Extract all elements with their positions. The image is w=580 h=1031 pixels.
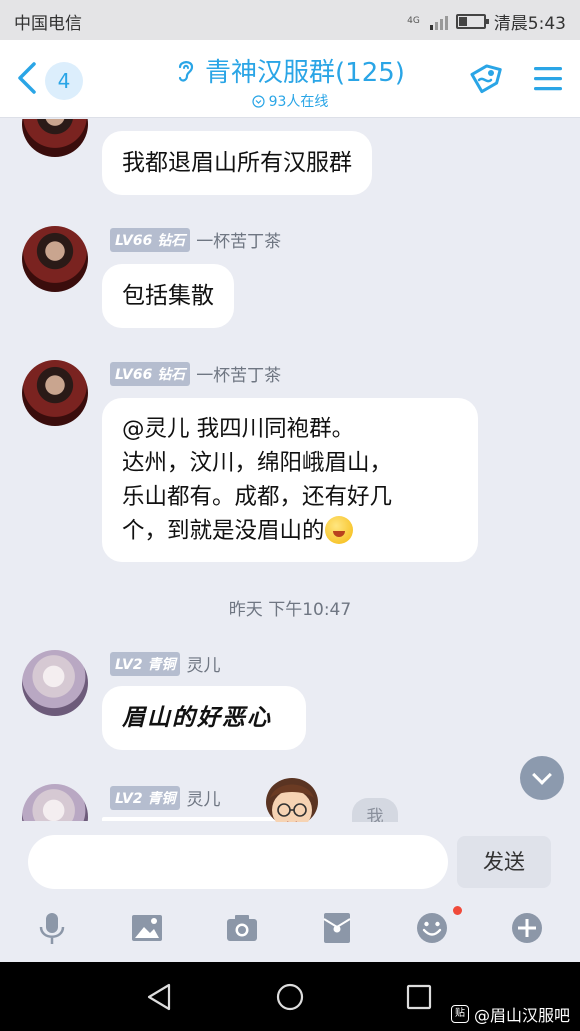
sender-name[interactable]: 灵儿 xyxy=(186,785,220,810)
sender-meta: LV66 钻石 一杯苦丁茶 xyxy=(110,227,281,252)
notification-dot xyxy=(453,906,462,915)
online-count: 93人在线 xyxy=(268,94,329,110)
sender-meta: LV2 青铜 灵儿 xyxy=(110,785,220,810)
message-bubble[interactable]: 眉山的好恶心 xyxy=(102,686,306,750)
message-input[interactable] xyxy=(28,835,448,889)
group-tag-icon[interactable] xyxy=(465,60,505,100)
avatar[interactable] xyxy=(22,650,88,716)
clock: 清晨5:43 xyxy=(493,14,566,34)
message-bubble[interactable]: @灵儿 我四川同袍群。 达州，汶川，绵阳峨眉山， 乐山都有。成都，还有好几 个，… xyxy=(102,398,478,562)
sender-meta: LV66 钻石 一杯苦丁茶 xyxy=(110,361,281,386)
grinning-emoji-icon xyxy=(324,516,353,544)
red-packet-icon[interactable] xyxy=(317,908,357,948)
watermark: 贴 @眉山汉服吧 xyxy=(450,1002,570,1026)
emoji-icon[interactable] xyxy=(412,908,452,948)
ear-icon xyxy=(178,60,194,82)
timestamp: 昨天 下午10:47 xyxy=(228,600,352,620)
message-line: 达州，汶川，绵阳峨眉山， xyxy=(122,450,393,476)
nav-recents-icon[interactable] xyxy=(402,980,436,1014)
message-bubble[interactable]: 包括集散 xyxy=(102,264,234,328)
avatar[interactable] xyxy=(22,226,88,292)
level-badge: LV2 青铜 xyxy=(110,651,181,676)
input-bar: 发送 xyxy=(0,822,580,962)
message-bubble[interactable]: 我都退眉山所有汉服群 xyxy=(102,131,372,195)
message-line: 个，到就是没眉山的 xyxy=(122,518,325,544)
sender-name[interactable]: 一杯苦丁茶 xyxy=(196,361,281,386)
nav-home-icon[interactable] xyxy=(273,980,307,1014)
chat-header: 4 青神汉服群(125) 93人在线 xyxy=(0,40,580,118)
sender-name[interactable]: 一杯苦丁茶 xyxy=(196,227,281,252)
message-line: 乐山都有。成都，还有好几 xyxy=(122,484,393,510)
tieba-logo-icon: 贴 xyxy=(450,1005,469,1023)
group-title: 青神汉服群(125) xyxy=(205,58,405,88)
message-text: 我都退眉山所有汉服群 xyxy=(122,150,352,176)
menu-icon[interactable] xyxy=(532,64,564,94)
level-badge: LV66 钻石 xyxy=(110,361,191,386)
image-icon[interactable] xyxy=(127,908,167,948)
watermark-text: @眉山汉服吧 xyxy=(473,1006,570,1025)
sender-name[interactable]: 灵儿 xyxy=(186,651,220,676)
avatar[interactable] xyxy=(22,119,88,157)
chat-message-list[interactable]: 我都退眉山所有汉服群 LV66 钻石 一杯苦丁茶 包括集散 LV66 钻石 一杯… xyxy=(0,119,580,821)
message-text: 眉山的好恶心 xyxy=(122,704,272,731)
battery-icon xyxy=(455,14,489,29)
level-badge: LV2 青铜 xyxy=(110,785,181,810)
message-text: 包括集散 xyxy=(122,283,214,309)
carrier-name: 中国电信 xyxy=(14,14,82,34)
system-nav-bar: 贴 @眉山汉服吧 xyxy=(0,962,580,1031)
camera-icon[interactable] xyxy=(222,908,262,948)
avatar[interactable] xyxy=(22,360,88,426)
online-status[interactable]: 93人在线 xyxy=(251,91,329,111)
level-badge: LV66 钻石 xyxy=(110,227,191,252)
avatar[interactable] xyxy=(22,784,88,821)
send-button[interactable]: 发送 xyxy=(457,836,551,888)
status-bar: 中国电信 4G 清晨5:43 xyxy=(0,0,580,40)
nav-back-icon[interactable] xyxy=(143,980,177,1014)
microphone-icon[interactable] xyxy=(32,908,72,948)
network-type: 4G xyxy=(407,16,420,26)
plus-icon[interactable] xyxy=(507,908,547,948)
input-toolbar xyxy=(0,908,580,952)
sender-meta: LV2 青铜 灵儿 xyxy=(110,651,220,676)
message-line: @灵儿 我四川同袍群。 xyxy=(122,416,355,442)
status-icons: 4G 清晨5:43 xyxy=(407,9,566,34)
chevron-down-circle-icon xyxy=(251,94,265,108)
scroll-down-button[interactable] xyxy=(520,756,564,800)
signal-icon xyxy=(429,14,448,30)
